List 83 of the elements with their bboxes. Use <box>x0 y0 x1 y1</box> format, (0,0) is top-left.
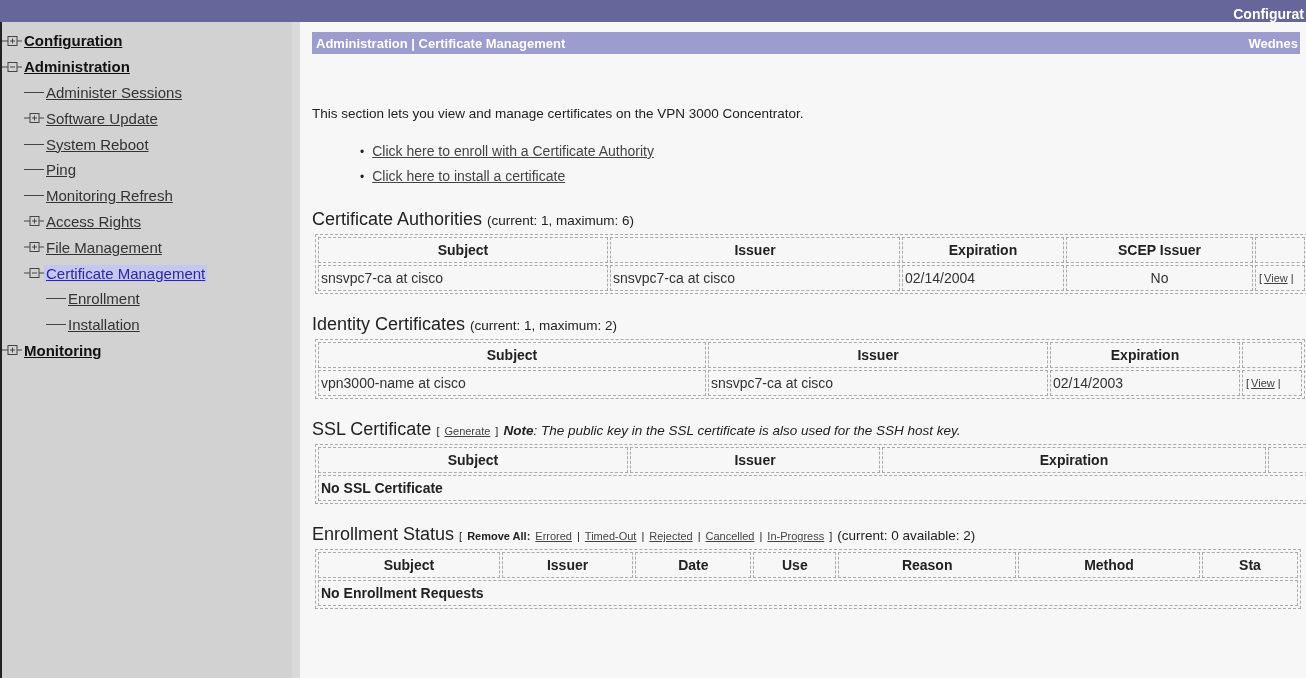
table-cell: 02/14/2004 <box>902 265 1064 291</box>
column-header: Expiration <box>902 237 1064 263</box>
column-header: Issuer <box>630 447 880 473</box>
action-link[interactable]: Errored <box>535 530 572 542</box>
empty-message: No Enrollment Requests <box>318 580 1298 606</box>
separator-text: | <box>1277 377 1281 389</box>
view-link[interactable]: View <box>1251 377 1275 389</box>
nav-link[interactable]: Installation <box>66 316 142 334</box>
nav-link[interactable]: Administer Sessions <box>44 84 184 101</box>
separator-text: | <box>697 530 701 542</box>
nav-link[interactable]: System Reboot <box>44 135 151 153</box>
nav-link[interactable]: Ping <box>44 161 79 179</box>
nav-link[interactable]: Monitoring <box>22 341 104 359</box>
column-header: Use <box>753 552 837 578</box>
nav-link[interactable]: File Management <box>44 238 164 256</box>
column-header: Expiration <box>1050 342 1240 368</box>
note-text: Note: The public key in the SSL certificate is also used for the SSH host key. <box>503 423 961 438</box>
bullet-text: • <box>360 169 365 186</box>
breadcrumb-text: Administration | Certificate Management <box>316 35 566 51</box>
expand-icon[interactable] <box>2 33 22 48</box>
column-header: Sta <box>1201 552 1298 578</box>
action-link[interactable]: In-Progress <box>767 530 825 542</box>
column-header: Subject <box>318 552 500 578</box>
expand-icon[interactable] <box>2 343 22 358</box>
column-header: Subject <box>318 447 628 473</box>
separator-text: | <box>641 530 645 542</box>
empty-message: No SSL Certificate <box>318 475 1306 501</box>
column-header: Method <box>1018 552 1200 578</box>
action-link[interactable]: Rejected <box>649 530 693 542</box>
expand-icon[interactable] <box>24 240 44 255</box>
page-link[interactable]: Click here to install a certificate <box>372 164 566 188</box>
nav-link[interactable]: Configuration <box>22 32 125 50</box>
separator-text: | <box>1290 272 1294 284</box>
action-link[interactable]: Timed-Out <box>584 530 637 542</box>
table-cell: vpn3000-name at cisco <box>318 370 706 396</box>
top-bar-title: Configurat <box>1233 6 1304 22</box>
section-title: SSL Certificate <box>312 419 432 440</box>
action-link[interactable]: Cancelled <box>705 530 755 542</box>
column-header: Reason <box>838 552 1017 578</box>
column-header: SCEP Issuer <box>1066 237 1253 263</box>
section-title: Enrollment Status <box>312 524 455 545</box>
count-text: (current: 1, maximum: 6) <box>487 213 635 228</box>
nav-link[interactable]: Software Update <box>44 109 160 127</box>
column-header: Issuer <box>501 552 634 578</box>
table-cell: 02/14/2003 <box>1050 370 1240 396</box>
section-title: Certificate Authorities <box>312 209 483 230</box>
nav-link[interactable]: Enrollment <box>66 290 142 308</box>
column-header: Subject <box>318 342 706 368</box>
collapse-icon[interactable] <box>2 59 22 74</box>
separator-text: | <box>759 530 763 542</box>
bracket-text: [ <box>1259 272 1263 284</box>
table-cell: snsvpc7-ca at cisco <box>318 265 608 291</box>
intro-text: This section lets you view and manage certificates on the VPN 3000 Concentrator. <box>312 106 805 121</box>
bullet-text: • <box>360 144 365 161</box>
expand-icon[interactable] <box>24 111 44 126</box>
action-link[interactable]: Generate <box>444 425 491 437</box>
table-cell: snsvpc7-ca at cisco <box>610 265 900 291</box>
bracket-text: [ <box>436 425 440 437</box>
nav-link[interactable]: Administration <box>22 58 132 76</box>
column-header: Expiration <box>882 447 1266 473</box>
nav-link[interactable]: Access Rights <box>44 212 144 230</box>
column-header: Subject <box>318 237 608 263</box>
nav-link[interactable]: Monitoring Refresh <box>44 187 175 205</box>
collapse-icon[interactable] <box>24 266 44 281</box>
count-text: (current: 1, maximum: 2) <box>470 318 618 333</box>
remove-all-label: Remove All: <box>467 530 531 542</box>
column-header: Date <box>635 552 752 578</box>
page-link[interactable]: Click here to enroll with a Certificate Authority <box>372 139 654 163</box>
separator-text: | <box>577 530 580 542</box>
date-text: Wednes <box>1248 35 1298 51</box>
view-link[interactable]: View <box>1264 272 1288 284</box>
section-title: Identity Certificates <box>312 314 466 335</box>
nav-link[interactable]: Certificate Management <box>44 264 208 282</box>
expand-icon[interactable] <box>24 214 44 229</box>
count-text: (current: 0 available: 2) <box>837 528 976 543</box>
bracket-text: [ <box>1246 377 1250 389</box>
column-header: Issuer <box>610 237 900 263</box>
column-header: Issuer <box>708 342 1048 368</box>
table-cell: No <box>1066 265 1253 291</box>
bracket-text: ] <box>495 425 499 437</box>
bracket-text: [ <box>459 530 463 542</box>
bracket-text: ] <box>829 530 833 542</box>
table-cell: snsvpc7-ca at cisco <box>708 370 1048 396</box>
